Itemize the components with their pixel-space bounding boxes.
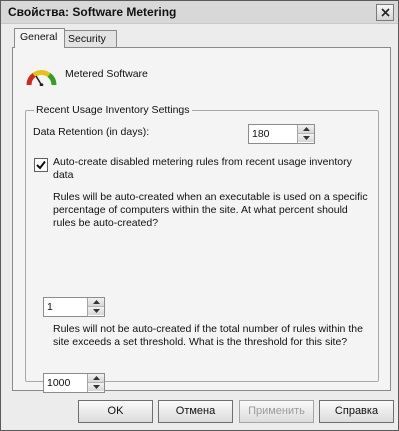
auto-create-checkbox-label[interactable]: Auto-create disabled metering rules from… bbox=[53, 156, 371, 182]
percent-spinbox[interactable]: 1 bbox=[43, 297, 105, 317]
recent-usage-groupbox: Recent Usage Inventory Settings Data Ret… bbox=[25, 104, 379, 393]
arrow-down-icon bbox=[302, 136, 310, 140]
threshold-spin-buttons bbox=[87, 374, 104, 392]
data-retention-value[interactable]: 180 bbox=[252, 127, 270, 141]
arrow-down-icon bbox=[92, 385, 100, 389]
window-title: Свойства: Software Metering bbox=[8, 5, 177, 19]
checkmark-icon bbox=[36, 160, 46, 170]
spin-up-button[interactable] bbox=[88, 374, 104, 383]
apply-button[interactable]: Применить bbox=[239, 400, 314, 423]
tab-panel-general: Metered Software Recent Usage Inventory … bbox=[12, 47, 391, 393]
spin-up-button[interactable] bbox=[298, 125, 314, 134]
arrow-up-icon bbox=[92, 376, 100, 380]
data-retention-spinbox[interactable]: 180 bbox=[248, 124, 315, 144]
spin-down-button[interactable] bbox=[298, 134, 314, 142]
help-button[interactable]: Справка bbox=[319, 400, 394, 423]
threshold-prompt-text: Rules will not be auto-created if the to… bbox=[53, 323, 363, 348]
data-retention-spin-buttons bbox=[297, 125, 314, 143]
threshold-value[interactable]: 1000 bbox=[47, 376, 70, 390]
metered-software-label: Metered Software bbox=[65, 68, 148, 80]
arrow-up-icon bbox=[92, 300, 100, 304]
data-retention-label: Data Retention (in days): bbox=[33, 126, 150, 138]
percent-spin-buttons bbox=[87, 298, 104, 316]
percent-prompt-text: Rules will be auto-created when an execu… bbox=[53, 191, 368, 229]
title-bar: Свойства: Software Metering bbox=[1, 1, 398, 24]
arrow-up-icon bbox=[302, 127, 310, 131]
arrow-down-icon bbox=[92, 309, 100, 313]
auto-create-checkbox[interactable] bbox=[34, 158, 48, 172]
groupbox-title: Recent Usage Inventory Settings bbox=[34, 104, 192, 117]
percent-value[interactable]: 1 bbox=[47, 300, 53, 314]
cancel-button[interactable]: Отмена bbox=[158, 400, 233, 423]
spin-up-button[interactable] bbox=[88, 298, 104, 307]
threshold-spinbox[interactable]: 1000 bbox=[43, 373, 105, 393]
close-button[interactable] bbox=[376, 4, 394, 21]
tab-general[interactable]: General bbox=[14, 28, 65, 48]
tab-security[interactable]: Security bbox=[62, 30, 117, 47]
spin-down-button[interactable] bbox=[88, 383, 104, 391]
ok-button[interactable]: OK bbox=[78, 400, 153, 423]
spin-down-button[interactable] bbox=[88, 307, 104, 315]
meter-gauge-icon bbox=[26, 70, 57, 86]
close-icon bbox=[380, 8, 390, 17]
properties-dialog: Свойства: Software Metering General Secu… bbox=[0, 0, 399, 431]
